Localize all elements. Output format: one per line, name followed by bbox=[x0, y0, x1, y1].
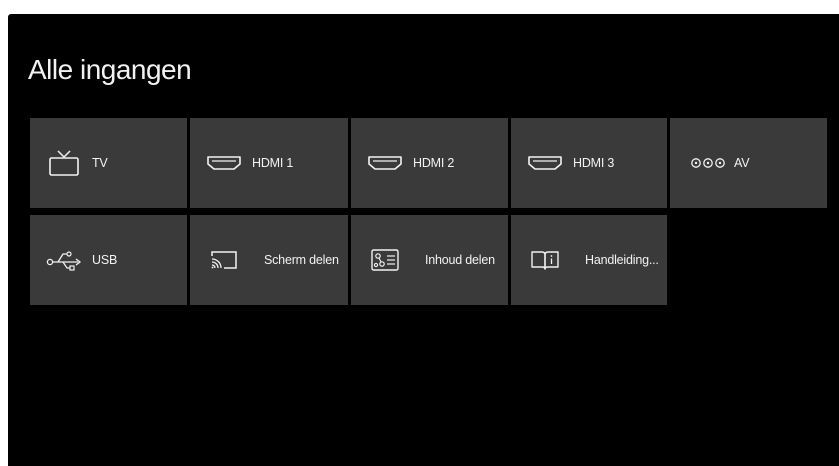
hdmi-icon bbox=[365, 149, 405, 177]
tile-hdmi-3[interactable]: HDMI 3 bbox=[511, 118, 667, 208]
tile-label: Scherm delen bbox=[264, 253, 339, 267]
page-title: Alle ingangen bbox=[28, 54, 192, 85]
tile-label: USB bbox=[92, 253, 118, 267]
manual-book-icon bbox=[525, 246, 565, 274]
hdmi-icon bbox=[204, 149, 244, 177]
tile-handleiding[interactable]: Handleiding... bbox=[511, 215, 667, 305]
tile-label: HDMI 3 bbox=[573, 156, 615, 170]
tv-icon bbox=[44, 149, 84, 177]
tile-av[interactable]: AV bbox=[670, 118, 827, 208]
usb-icon bbox=[44, 246, 84, 274]
tile-inhoud-delen[interactable]: Inhoud delen bbox=[351, 215, 508, 305]
tile-label: HDMI 1 bbox=[252, 156, 294, 170]
tile-label: Inhoud delen bbox=[425, 253, 495, 267]
tile-usb[interactable]: USB bbox=[30, 215, 187, 305]
tile-tv[interactable]: TV bbox=[30, 118, 187, 208]
content-share-icon bbox=[365, 246, 405, 274]
tile-hdmi-1[interactable]: HDMI 1 bbox=[190, 118, 348, 208]
tile-label: TV bbox=[92, 156, 108, 170]
screen-cast-icon bbox=[204, 246, 244, 274]
tile-label: Handleiding... bbox=[585, 253, 659, 267]
tile-scherm-delen[interactable]: Scherm delen bbox=[190, 215, 348, 305]
tile-hdmi-2[interactable]: HDMI 2 bbox=[351, 118, 508, 208]
tile-label: AV bbox=[734, 156, 750, 170]
hdmi-icon bbox=[525, 149, 565, 177]
tile-label: HDMI 2 bbox=[413, 156, 455, 170]
av-icon bbox=[688, 149, 728, 177]
